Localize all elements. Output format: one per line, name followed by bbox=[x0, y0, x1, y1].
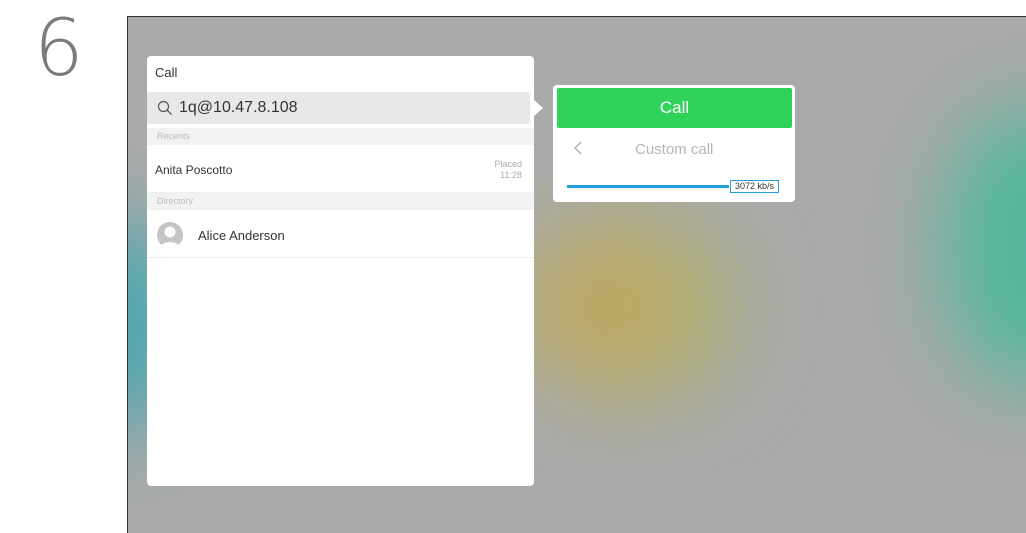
panel-title: Call bbox=[155, 65, 178, 80]
directory-contact-row[interactable]: Alice Anderson bbox=[147, 212, 534, 258]
step-number: 6 bbox=[34, 4, 84, 94]
bandwidth-slider-handle[interactable]: 3072 kb/s bbox=[730, 180, 780, 193]
recent-contact-name: Anita Poscotto bbox=[155, 163, 233, 177]
custom-call-label: Custom call bbox=[635, 141, 714, 158]
search-icon bbox=[157, 99, 175, 117]
background-blob-center bbox=[513, 212, 743, 402]
callout-pointer bbox=[534, 100, 543, 116]
call-options-menu: Call Custom call 3072 kb/s bbox=[553, 85, 795, 202]
directory-contact-name: Alice Anderson bbox=[198, 228, 285, 243]
recents-section-label: Recents bbox=[147, 128, 534, 145]
avatar-placeholder-icon bbox=[157, 222, 183, 248]
chevron-left-icon[interactable] bbox=[573, 140, 583, 156]
recent-call-info: Placed 11:28 bbox=[494, 159, 522, 181]
call-button[interactable]: Call bbox=[557, 88, 792, 128]
recent-call-time: 11:28 bbox=[500, 170, 522, 180]
recent-call-row[interactable]: Anita Poscotto Placed 11:28 bbox=[147, 149, 534, 193]
directory-section-label: Directory bbox=[147, 193, 534, 210]
bandwidth-slider-track[interactable] bbox=[567, 185, 729, 188]
search-input-value[interactable]: 1q@10.47.8.108 bbox=[179, 99, 298, 117]
background-blob-right bbox=[943, 107, 1026, 387]
search-field[interactable]: 1q@10.47.8.108 bbox=[147, 92, 530, 124]
recent-call-status: Placed bbox=[494, 159, 522, 169]
call-panel: Call 1q@10.47.8.108 Recents Anita Poscot… bbox=[147, 56, 534, 486]
